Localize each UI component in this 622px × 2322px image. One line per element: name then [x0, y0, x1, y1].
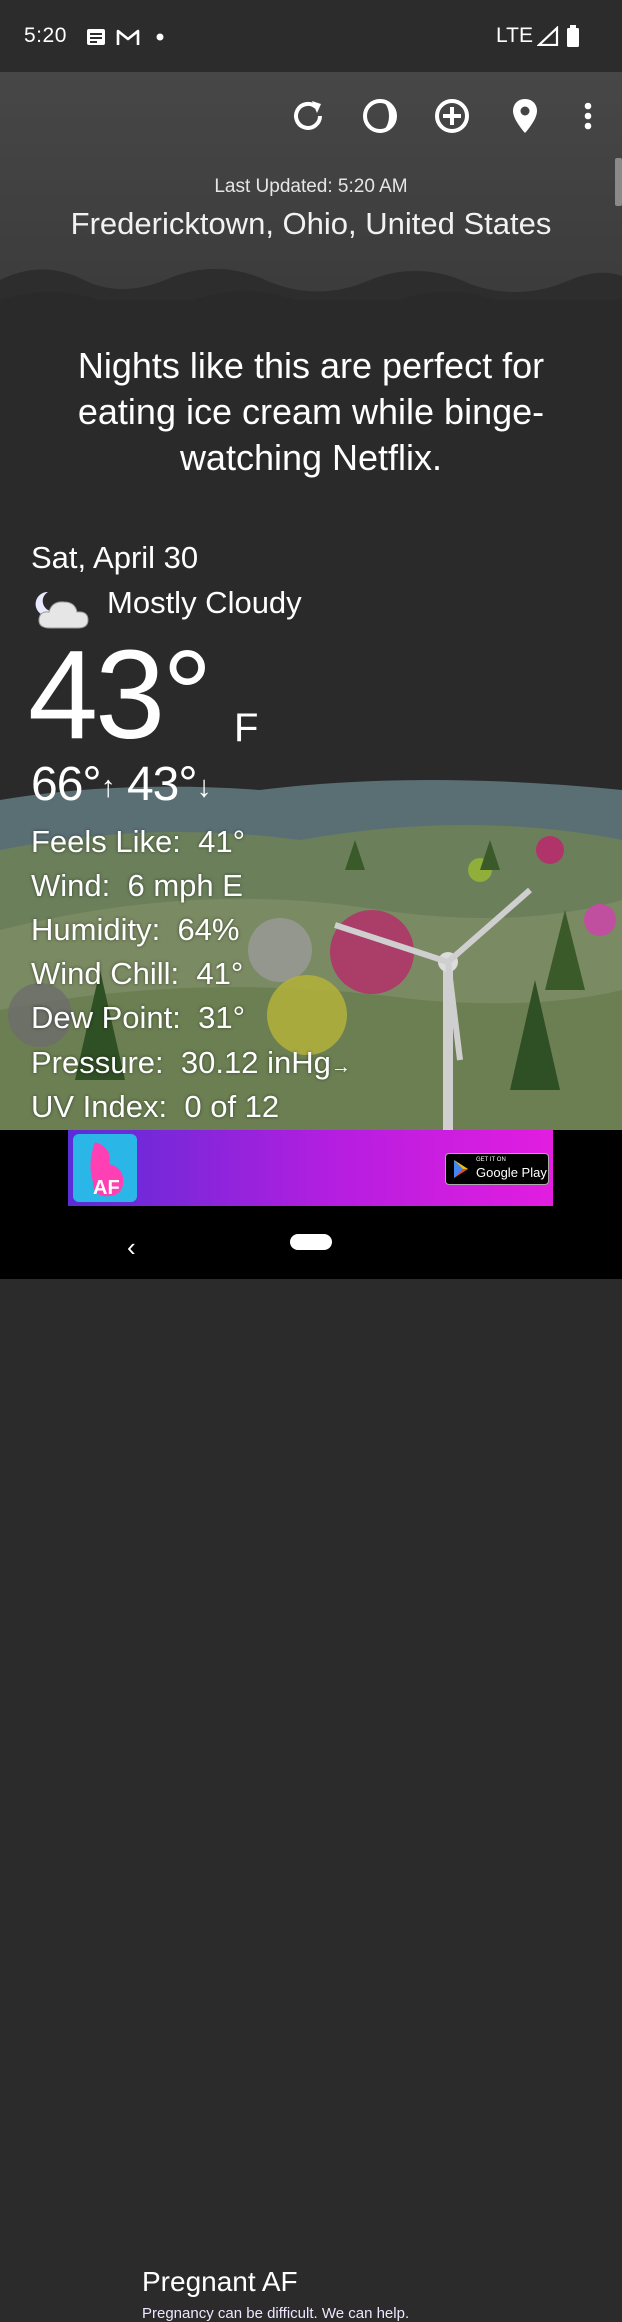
- location-pin-icon[interactable]: [505, 96, 545, 136]
- detail-feels-like: Feels Like: 41°: [31, 824, 246, 859]
- add-location-icon[interactable]: [432, 96, 472, 136]
- ad-subtitle: Pregnancy can be difficult. We can help.: [142, 2305, 410, 2322]
- back-button[interactable]: ‹: [127, 1232, 136, 1263]
- current-temperature: 43°: [28, 624, 213, 765]
- notification-dot-icon: [156, 33, 164, 41]
- detail-humidity: Humidity: 64%: [31, 912, 240, 947]
- status-time: 5:20: [24, 24, 67, 47]
- detail-dew-point: Dew Point: 31°: [31, 1000, 246, 1035]
- condition-label: Mostly Cloudy: [107, 585, 302, 620]
- arrow-right-icon: →: [330, 1056, 351, 1078]
- refresh-icon[interactable]: [288, 96, 328, 136]
- weather-quote: Nights like this are perfect for eating …: [77, 345, 545, 478]
- play-store-icon: [454, 1160, 468, 1178]
- more-vert-icon[interactable]: [570, 96, 610, 136]
- battery-icon: [567, 25, 579, 47]
- ad-banner[interactable]: AF Pregnant AF Pregnancy can be difficul…: [68, 1130, 553, 2322]
- signal-icon: [537, 26, 559, 46]
- ad-title[interactable]: Pregnant AF: [142, 2266, 298, 2298]
- google-play-badge[interactable]: GET IT ON Google Play: [445, 1153, 549, 1185]
- low-temperature: 43°: [126, 758, 198, 811]
- high-low: 66°↑ 43°↓: [31, 757, 212, 812]
- google-play-label: Google Play: [476, 1165, 547, 1180]
- detail-wind-chill: Wind Chill: 41°: [31, 956, 244, 991]
- news-icon: [87, 29, 105, 45]
- detail-pressure: Pressure: 30.12 inHg→: [31, 1045, 351, 1080]
- last-updated-label: Last Updated: 5:20 AM: [214, 176, 408, 197]
- location-name[interactable]: Fredericktown, Ohio, United States: [0, 206, 622, 242]
- network-label: LTE: [496, 24, 533, 47]
- detail-uv-index: UV Index: 0 of 12: [31, 1089, 280, 1124]
- gmail-icon: [116, 29, 140, 45]
- high-temperature: 66°: [31, 758, 102, 811]
- google-play-small-text: GET IT ON: [476, 1157, 506, 1163]
- ad-logo-text: AF: [93, 1177, 120, 1199]
- arrow-up-icon: ↑: [100, 770, 116, 804]
- home-pill[interactable]: [290, 1234, 332, 1250]
- ad-logo-icon: AF: [73, 1134, 137, 1202]
- moon-phase-icon[interactable]: [360, 96, 400, 136]
- arrow-down-icon: ↓: [196, 770, 212, 804]
- detail-wind: Wind: 6 mph E: [31, 868, 243, 903]
- forecast-date: Sat, April 30: [31, 540, 199, 575]
- temperature-unit: F: [234, 706, 259, 750]
